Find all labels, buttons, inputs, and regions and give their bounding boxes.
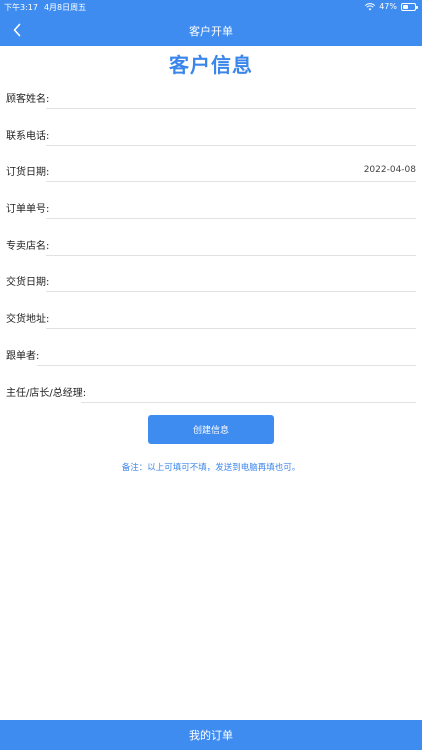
- manager-row: 主任/店长/总经理:: [0, 374, 422, 411]
- delivery-date-input[interactable]: [46, 268, 416, 293]
- order-number-field[interactable]: [46, 194, 416, 220]
- status-bar: 下午3:17 4月8日周五 47%: [0, 0, 422, 15]
- order-date-field[interactable]: [46, 157, 416, 183]
- store-name-row: 专卖店名:: [0, 227, 422, 264]
- order-number-label: 订单单号:: [6, 204, 50, 216]
- delivery-address-row: 交货地址:: [0, 300, 422, 337]
- customer-name-field[interactable]: [46, 84, 416, 109]
- battery-icon: [401, 2, 418, 11]
- my-orders-label: 我的订单: [189, 729, 233, 742]
- order-date-input[interactable]: [46, 158, 416, 183]
- manager-field[interactable]: [81, 378, 416, 403]
- customer-name-row: 顾客姓名:: [0, 80, 422, 117]
- customer-name-input[interactable]: [46, 85, 416, 109]
- battery-percent: 47%: [379, 2, 397, 11]
- delivery-date-label: 交货日期:: [6, 277, 50, 289]
- order-date-row: 订货日期:: [0, 153, 422, 190]
- delivery-address-field[interactable]: [46, 304, 416, 330]
- follower-input[interactable]: [37, 341, 416, 366]
- nav-bar: 客户开单: [0, 15, 422, 46]
- follower-label: 跟单者:: [6, 350, 40, 362]
- delivery-address-input[interactable]: [46, 305, 416, 330]
- wifi-icon: [365, 2, 376, 10]
- store-name-input[interactable]: [46, 231, 416, 256]
- store-name-field[interactable]: [46, 231, 416, 256]
- header-bar: 下午3:17 4月8日周五 47% 客户开单: [0, 0, 422, 46]
- delivery-date-field[interactable]: [46, 267, 416, 293]
- phone-row: 联系电话:: [0, 117, 422, 154]
- customer-form: 顾客姓名: 联系电话: 订货日期: 订单单号: 专卖店名: 交货日期: 交货: [0, 80, 422, 410]
- order-date-label: 订货日期:: [6, 167, 50, 179]
- status-time: 下午3:17: [4, 3, 38, 12]
- follower-row: 跟单者:: [0, 337, 422, 374]
- follower-field[interactable]: [37, 341, 416, 366]
- phone-field[interactable]: [46, 121, 416, 146]
- note-text: 备注：以上可填可不填，发送到电脑再填也可。: [121, 463, 301, 473]
- manager-label: 主任/店长/总经理:: [6, 387, 87, 399]
- manager-input[interactable]: [81, 378, 416, 403]
- my-orders-button[interactable]: 我的订单: [0, 720, 422, 750]
- phone-label: 联系电话:: [6, 130, 50, 142]
- customer-name-label: 顾客姓名:: [6, 94, 50, 105]
- delivery-address-label: 交货地址:: [6, 314, 50, 326]
- page-title: 客户信息: [169, 53, 253, 77]
- delivery-date-row: 交货日期:: [0, 263, 422, 300]
- create-info-button[interactable]: 创建信息: [148, 415, 274, 444]
- phone-input[interactable]: [46, 121, 416, 146]
- nav-title: 客户开单: [189, 24, 233, 38]
- order-number-row: 订单单号:: [0, 190, 422, 227]
- order-number-input[interactable]: [46, 195, 416, 220]
- status-date: 4月8日周五: [43, 3, 87, 12]
- back-button[interactable]: [6, 19, 28, 41]
- chevron-left-icon: [13, 23, 21, 37]
- store-name-label: 专卖店名:: [6, 240, 50, 252]
